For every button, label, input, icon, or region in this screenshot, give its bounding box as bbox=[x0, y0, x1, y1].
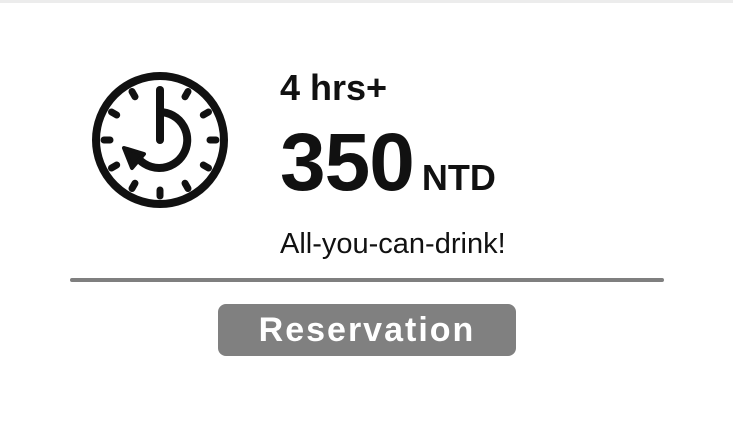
price-currency: NTD bbox=[421, 157, 496, 198]
price-amount: 350 bbox=[280, 117, 415, 208]
duration-label: 4 hrs+ bbox=[280, 67, 388, 108]
clock-tick bbox=[199, 108, 212, 119]
tagline: All-you-can-drink! bbox=[280, 228, 506, 260]
clock-tick bbox=[181, 88, 192, 101]
clock-tick bbox=[108, 108, 121, 119]
reservation-button[interactable]: Reservation bbox=[218, 304, 516, 356]
promo-card: 4 hrs+ 350 NTD All-you-can-drink! Reserva… bbox=[0, 0, 733, 421]
top-border bbox=[0, 0, 733, 3]
clock-tick bbox=[108, 161, 121, 172]
clock-tick bbox=[199, 161, 212, 172]
price-row: 350 NTD bbox=[280, 118, 496, 208]
divider bbox=[70, 278, 664, 282]
clock-countdown-icon bbox=[92, 72, 228, 208]
clock-tick bbox=[128, 179, 139, 192]
clock-tick bbox=[181, 179, 192, 192]
clock-tick bbox=[128, 88, 139, 101]
